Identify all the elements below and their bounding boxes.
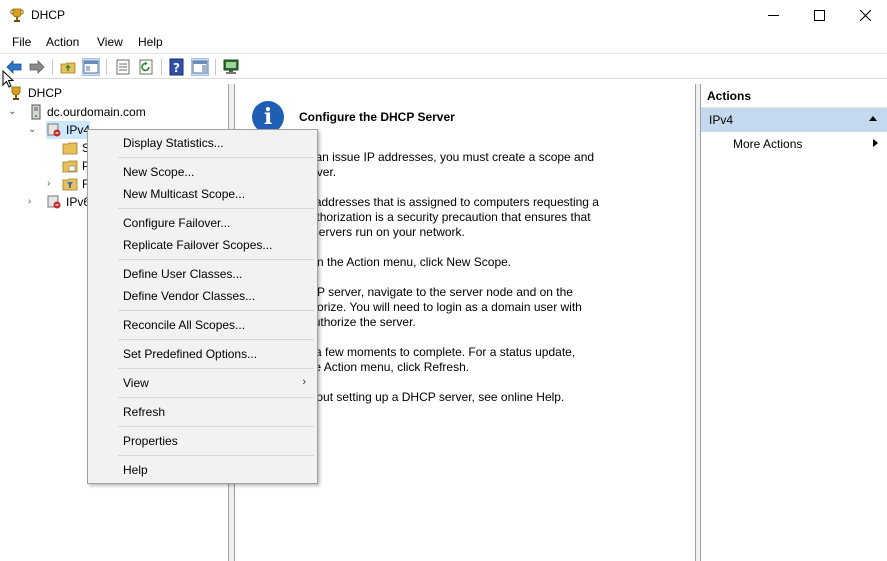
menu-item-refresh[interactable]: Refresh bbox=[89, 401, 316, 423]
center-paragraph: range of IP addresses that is assigned t… bbox=[253, 195, 599, 239]
maximize-button[interactable] bbox=[796, 0, 842, 31]
console-tree-icon bbox=[83, 60, 99, 74]
chevron-right-icon[interactable]: › bbox=[28, 196, 38, 208]
menu-item-label: Set Predefined Options... bbox=[123, 347, 258, 361]
tree-node-ipv4[interactable]: ⌄ IPv4 bbox=[28, 121, 90, 139]
submenu-chevron-icon: › bbox=[302, 376, 306, 388]
menu-item-label: Define User Classes... bbox=[123, 267, 243, 281]
show-action-pane-button[interactable] bbox=[191, 58, 209, 76]
menu-bar: File Action View Help bbox=[0, 31, 887, 53]
menu-separator bbox=[118, 310, 314, 311]
menu-view[interactable]: View bbox=[97, 35, 123, 49]
tree-label-dhcp: DHCP bbox=[28, 86, 63, 100]
collapse-triangle-icon[interactable] bbox=[869, 116, 877, 121]
center-title: Configure the DHCP Server bbox=[299, 110, 455, 124]
menu-separator bbox=[118, 259, 314, 260]
help-icon[interactable]: ? bbox=[168, 58, 186, 76]
close-button[interactable] bbox=[842, 0, 887, 31]
tree-label-server: dc.ourdomain.com bbox=[47, 105, 146, 119]
ipv4-node-icon bbox=[47, 123, 61, 137]
menu-separator bbox=[118, 426, 314, 427]
tree-node-server[interactable]: ⌄ dc.ourdomain.com bbox=[8, 103, 208, 121]
chevron-down-icon[interactable]: ⌄ bbox=[28, 124, 38, 136]
minimize-button[interactable] bbox=[750, 0, 796, 31]
menu-separator bbox=[118, 368, 314, 369]
actions-header: Actions bbox=[701, 84, 887, 108]
menu-item-set-predefined-options[interactable]: Set Predefined Options... bbox=[89, 343, 316, 365]
show-hide-console-tree-button[interactable] bbox=[82, 58, 100, 76]
center-paragraph: CP server can issue IP addresses, you mu… bbox=[253, 150, 595, 179]
more-actions-item[interactable]: More Actions bbox=[733, 137, 802, 151]
menu-separator bbox=[118, 455, 314, 456]
server-icon bbox=[31, 104, 41, 120]
menu-item-label: Replicate Failover Scopes... bbox=[123, 238, 273, 252]
menu-separator bbox=[118, 397, 314, 398]
forward-icon[interactable] bbox=[28, 58, 46, 76]
menu-item-label: Refresh bbox=[123, 405, 166, 419]
minimize-icon bbox=[767, 15, 779, 16]
menu-item-label: Properties bbox=[123, 434, 178, 448]
menu-item-display-statistics[interactable]: Display Statistics... bbox=[89, 132, 316, 154]
tree-node-dhcp[interactable]: DHCP bbox=[8, 84, 208, 102]
mouse-cursor-icon bbox=[2, 70, 14, 88]
properties-icon[interactable] bbox=[114, 58, 132, 76]
menu-item-define-vendor-classes[interactable]: Define Vendor Classes... bbox=[89, 285, 316, 307]
menu-file[interactable]: File bbox=[12, 35, 31, 49]
center-paragraph: ew scope, on the Action menu, click New … bbox=[253, 255, 512, 269]
submenu-arrow-icon bbox=[873, 139, 878, 147]
menu-help[interactable]: Help bbox=[138, 35, 163, 49]
svg-text:?: ? bbox=[173, 61, 180, 75]
menu-item-help[interactable]: Help bbox=[89, 459, 316, 481]
menu-item-reconcile-all-scopes[interactable]: Reconcile All Scopes... bbox=[89, 314, 316, 336]
title-bar: DHCP bbox=[0, 0, 887, 31]
menu-item-label: Help bbox=[123, 463, 148, 477]
toolbar-separator bbox=[52, 59, 53, 75]
menu-item-define-user-classes[interactable]: Define User Classes... bbox=[89, 263, 316, 285]
window-title: DHCP bbox=[31, 8, 66, 22]
maximize-icon bbox=[813, 10, 825, 21]
context-menu: Display Statistics... New Scope... New M… bbox=[87, 129, 318, 484]
ipv6-node-icon bbox=[47, 195, 61, 209]
menu-item-new-multicast-scope[interactable]: New Multicast Scope... bbox=[89, 183, 316, 205]
menu-item-label: New Multicast Scope... bbox=[123, 187, 246, 201]
menu-item-label: View bbox=[123, 376, 149, 390]
toolbar-separator bbox=[161, 59, 162, 75]
menu-item-configure-failover[interactable]: Configure Failover... bbox=[89, 212, 316, 234]
center-paragraph: n may take a few moments to complete. Fo… bbox=[253, 345, 576, 374]
tree-node-child-3[interactable]: › F bbox=[47, 175, 92, 193]
menu-item-new-scope[interactable]: New Scope... bbox=[89, 161, 316, 183]
menu-item-replicate-failover-scopes[interactable]: Replicate Failover Scopes... bbox=[89, 234, 316, 256]
actions-section-label: IPv4 bbox=[709, 113, 734, 127]
menu-item-label: Configure Failover... bbox=[123, 216, 231, 230]
folder-icon bbox=[62, 160, 78, 173]
action-pane-icon bbox=[192, 60, 208, 74]
actions-section-ipv4[interactable]: IPv4 bbox=[701, 108, 887, 132]
refresh-icon[interactable] bbox=[137, 58, 155, 76]
menu-item-view[interactable]: View › bbox=[89, 372, 316, 394]
menu-item-label: Define Vendor Classes... bbox=[123, 289, 256, 303]
menu-item-label: New Scope... bbox=[123, 165, 195, 179]
center-paragraph: ze this DHCP server, navigate to the ser… bbox=[253, 285, 582, 329]
menu-separator bbox=[118, 208, 314, 209]
menu-action[interactable]: Action bbox=[46, 35, 79, 49]
menu-item-label: Display Statistics... bbox=[123, 136, 224, 150]
chevron-right-icon[interactable]: › bbox=[47, 178, 57, 190]
menu-item-label: Reconcile All Scopes... bbox=[123, 318, 246, 332]
menu-separator bbox=[118, 339, 314, 340]
menu-separator bbox=[118, 157, 314, 158]
toolbar: ? bbox=[0, 53, 887, 79]
folder-icon bbox=[62, 142, 78, 155]
dhcp-trophy-icon bbox=[10, 8, 24, 22]
monitor-icon[interactable] bbox=[222, 58, 240, 76]
up-folder-icon[interactable] bbox=[59, 58, 77, 76]
chevron-down-icon[interactable]: ⌄ bbox=[8, 106, 18, 118]
toolbar-separator bbox=[106, 59, 107, 75]
menu-item-properties[interactable]: Properties bbox=[89, 430, 316, 452]
center-paragraph: ormation about setting up a DHCP server,… bbox=[253, 390, 565, 404]
close-icon bbox=[859, 10, 871, 21]
filter-folder-icon bbox=[62, 178, 78, 191]
actions-pane: Actions IPv4 More Actions bbox=[700, 84, 887, 561]
toolbar-separator bbox=[215, 59, 216, 75]
